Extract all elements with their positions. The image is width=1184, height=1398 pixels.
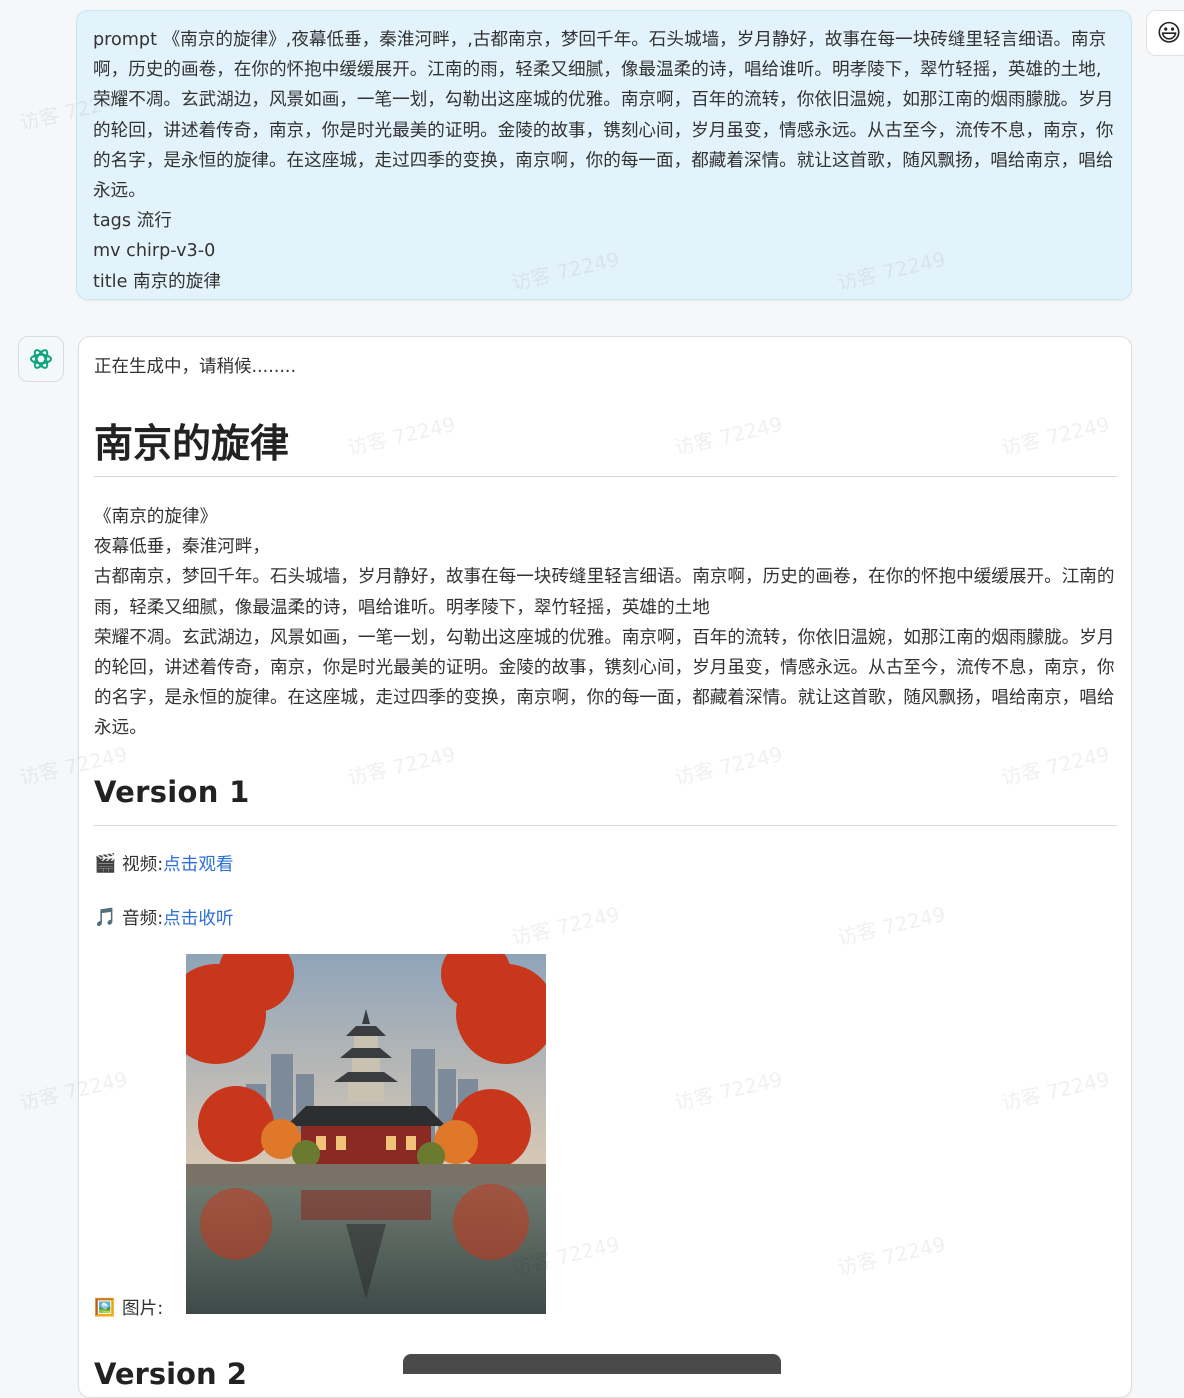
lyrics-line: 荣耀不凋。玄武湖边，风景如画，一笔一划，勾勒出这座城的优雅。南京啊，百年的流转，… [94, 627, 1115, 739]
model-text: mv chirp-v3-0 [93, 241, 216, 262]
watch-video-link[interactable]: 点击观看 [163, 851, 233, 876]
image-row: 🖼️ 图片: [94, 1295, 163, 1320]
audio-label: 音频: [122, 909, 164, 929]
tags-text: tags 流行 [93, 211, 172, 232]
cover-image[interactable] [186, 954, 546, 1314]
openai-logo-icon [18, 336, 64, 382]
song-title-heading: 南京的旋律 [94, 422, 290, 467]
lyrics-line: 古都南京，梦回千年。石头城墙，岁月静好，故事在每一块砖缝里轻言细语。南京啊，历史… [94, 567, 1115, 618]
bottom-toolbar[interactable] [403, 1354, 781, 1374]
next-version-heading: Version 2 [94, 1357, 247, 1391]
title-text: title 南京的旋律 [93, 271, 221, 292]
user-message-bubble: prompt 《南京的旋律》,夜幕低垂，秦淮河畔，,古都南京，梦回千年。石头城墙… [76, 10, 1132, 300]
lyrics-line: 夜幕低垂，秦淮河畔， [94, 537, 270, 558]
clapperboard-icon: 🎬 [94, 853, 117, 874]
version-divider [94, 825, 1117, 826]
music-note-icon: 🎵 [94, 907, 117, 928]
generating-status: 正在生成中，请稍候........ [94, 357, 297, 377]
listen-audio-link[interactable]: 点击收听 [163, 905, 233, 930]
video-label: 视频: [122, 855, 164, 875]
assistant-message-bubble: 正在生成中，请稍候........ 南京的旋律 《南京的旋律》 夜幕低垂，秦淮河… [78, 336, 1132, 1398]
image-label: 图片: [122, 1299, 164, 1319]
smiley-face-icon: 😃 [1146, 10, 1184, 56]
prompt-text: prompt 《南京的旋律》,夜幕低垂，秦淮河畔，,古都南京，梦回千年。石头城墙… [93, 30, 1114, 202]
lyrics-line: 《南京的旋律》 [94, 507, 218, 527]
video-row: 🎬 视频: 点击观看 [94, 851, 234, 876]
title-divider [94, 476, 1117, 477]
framed-picture-icon: 🖼️ [94, 1297, 116, 1318]
version-heading: Version 1 [94, 775, 250, 809]
lyrics-block: 《南京的旋律》 夜幕低垂，秦淮河畔， 古都南京，梦回千年。石头城墙，岁月静好，故… [94, 502, 1118, 744]
audio-row: 🎵 音频: 点击收听 [94, 905, 234, 930]
